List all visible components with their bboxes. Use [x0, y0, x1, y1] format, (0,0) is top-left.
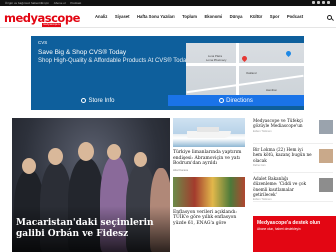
article-author: Erdem Türkmen: [253, 198, 272, 202]
youtube-icon[interactable]: [327, 1, 330, 4]
directions-icon: [219, 98, 225, 103]
article-author: Defne Can: [253, 163, 266, 167]
article-title[interactable]: Türkiye limanlarında yaptırım endişesi: …: [173, 150, 245, 167]
hero-article[interactable]: Macaristan'daki seçimlerin galibi Orbán …: [12, 118, 170, 252]
nav-item-analiz[interactable]: Analiz: [95, 13, 107, 21]
facebook-icon[interactable]: [317, 1, 320, 4]
map-road: [186, 63, 304, 66]
map-pin-icon: [284, 49, 293, 58]
directions-button[interactable]: Directions: [168, 95, 304, 106]
ad-subline: Shop High-Quality & Affordable Products …: [38, 58, 191, 64]
advertisement-banner[interactable]: CVS Save Big & Shop CVS® Today Shop High…: [31, 36, 304, 110]
author-avatar: [319, 178, 333, 192]
instagram-icon[interactable]: [322, 1, 325, 4]
site-header: medyascope medyascope.tv Analiz Siyaset …: [0, 6, 336, 28]
author-avatar: [319, 120, 333, 134]
list-item[interactable]: Bir Lokma (22) Hem iyi hem kötü, kazanç …: [253, 147, 333, 173]
list-item[interactable]: Medyascope ve Tüfekçi gözüyle Mediascope…: [253, 118, 333, 144]
hero-image-figure: [78, 142, 94, 161]
nav-item-spor[interactable]: Spor: [270, 13, 280, 21]
nav-item-dunya[interactable]: Dünya: [230, 13, 243, 21]
yacht-shape: [197, 127, 219, 132]
nav-item-kultur[interactable]: Kültür: [250, 13, 262, 21]
nav-item-ekonomi[interactable]: Ekonomi: [204, 13, 222, 21]
ad-headline[interactable]: Save Big & Shop CVS® Today: [38, 49, 126, 56]
article-title[interactable]: Medyascope ve Tüfekçi gözüyle Mediascope…: [253, 118, 313, 129]
promo-subtitle: Abone olun, haberi destekleyin: [257, 227, 301, 231]
search-icon[interactable]: [327, 15, 332, 20]
hero-image-figure: [134, 152, 147, 167]
article-title[interactable]: Bir Lokma (22) Hem iyi hem kötü, kazanç …: [253, 147, 313, 163]
promo-title: Medyascope'a destek olun: [257, 220, 321, 226]
map-label: Oakland: [246, 71, 257, 75]
topbar-link-subscribe[interactable]: Abone ol: [54, 1, 66, 5]
article-title[interactable]: Adalet Bakanlığı düzenleme: 'Ciddi ve ço…: [253, 176, 313, 197]
right-column: Medyascope ve Tüfekçi gözüyle Mediascope…: [253, 118, 333, 202]
nav-item-hafta-sonu[interactable]: Hafta Sonu Yazıları: [137, 13, 175, 21]
list-item[interactable]: Adalet Bakanlığı düzenleme: 'Ciddi ve ço…: [253, 176, 333, 202]
support-promo-box[interactable]: Medyascope'a destek olun Abone olun, hab…: [253, 216, 336, 252]
twitter-icon[interactable]: [312, 1, 315, 4]
yacht-shape: [187, 131, 231, 138]
nav-item-toplum[interactable]: Toplum: [182, 13, 197, 21]
map-road: [236, 43, 239, 99]
article-title[interactable]: Enflasyon verileri açıklandı: TÜİK'e gör…: [173, 210, 245, 227]
topbar-text: Özgür ve bağımsız habercilik için: [5, 1, 50, 5]
store-info-button[interactable]: Store Info: [31, 95, 165, 106]
nav-item-siyaset[interactable]: Siyaset: [115, 13, 130, 21]
middle-column: Türkiye limanlarında yaptırım endişesi: …: [173, 118, 245, 227]
map-label: Loma Pharmacy: [206, 58, 227, 62]
store-info-label: Store Info: [88, 97, 115, 104]
topbar-link-podcast[interactable]: Podcast: [70, 1, 81, 5]
directions-label: Directions: [226, 97, 253, 104]
main-nav: Analiz Siyaset Hafta Sonu Yazıları Toplu…: [95, 13, 311, 21]
logo-subtitle: medyascope.tv: [42, 23, 62, 27]
article-thumbnail[interactable]: [173, 118, 245, 147]
map-road: [186, 74, 304, 94]
map-pin-icon: [240, 54, 249, 63]
map-label: Hamilton: [266, 88, 278, 92]
hero-image-figure: [48, 148, 63, 165]
ad-brand: CVS: [38, 40, 48, 45]
ad-map[interactable]: Luna Plaza Loma Pharmacy Oakland Hamilto…: [186, 43, 304, 99]
location-icon: [81, 98, 87, 103]
article-thumbnail[interactable]: [173, 176, 245, 207]
hero-image-figure: [22, 158, 36, 174]
hero-image-figure: [107, 144, 121, 160]
author-avatar: [319, 149, 333, 163]
article-author: Hilal Karaca: [173, 167, 189, 172]
nav-item-podcast[interactable]: Podcast: [287, 13, 303, 21]
hero-title[interactable]: Macaristan'daki seçimlerin galibi Orbán …: [16, 218, 166, 240]
